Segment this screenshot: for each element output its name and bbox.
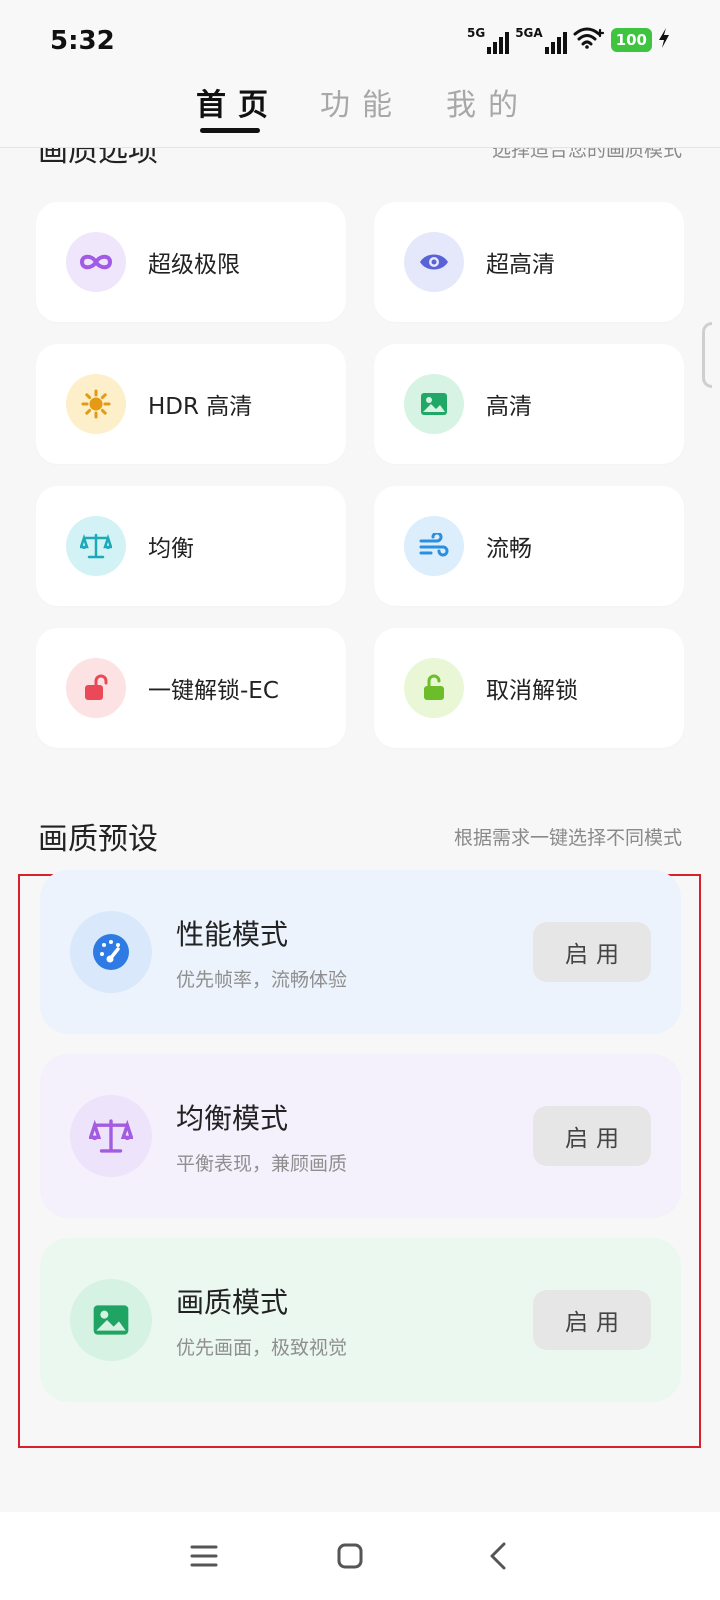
preset-card-quality[interactable]: 画质模式 优先画面，极致视觉 启用	[40, 1238, 681, 1402]
option-hdr-hd[interactable]: HDR 高清	[36, 344, 346, 464]
unlock-icon	[66, 658, 126, 718]
presets-header: 画质预设 根据需求一键选择不同模式	[38, 814, 682, 858]
option-unlock-ec[interactable]: 一键解锁-EC	[36, 628, 346, 748]
speedometer-icon	[70, 911, 152, 993]
option-label: 超高清	[486, 252, 555, 278]
scale-icon	[70, 1095, 152, 1177]
quality-options-grid: 超级极限 超高清 HDR 高清 高清 均衡 流畅 一键解锁-EC 取消解锁	[36, 202, 684, 748]
preset-title: 性能模式	[176, 917, 289, 951]
preset-description: 平衡表现，兼顾画质	[176, 1152, 348, 1175]
unlock-icon	[404, 658, 464, 718]
side-edge-handle[interactable]	[702, 322, 712, 388]
battery-level: 100	[610, 28, 652, 52]
menu-icon[interactable]	[182, 1534, 226, 1578]
preset-card-balanced[interactable]: 均衡模式 平衡表现，兼顾画质 启用	[40, 1054, 681, 1218]
scroll-content[interactable]: 画质选项 选择适合您的画质模式 超级极限 超高清 HDR 高清 高清 均衡 流畅…	[0, 0, 720, 1512]
home-square-icon[interactable]	[328, 1534, 372, 1578]
preset-description: 优先画面，极致视觉	[176, 1336, 348, 1359]
option-smooth[interactable]: 流畅	[374, 486, 684, 606]
presets-title: 画质预设	[38, 822, 158, 857]
option-label: 超级极限	[148, 252, 240, 278]
option-label: 均衡	[148, 536, 194, 562]
scale-icon	[66, 516, 126, 576]
preset-title: 均衡模式	[176, 1101, 289, 1135]
option-super-extreme[interactable]: 超级极限	[36, 202, 346, 322]
system-nav-bar	[0, 1512, 720, 1600]
presets-subtitle: 根据需求一键选择不同模式	[453, 826, 682, 849]
signal-5g-icon: 5G	[467, 26, 510, 54]
option-ultra-hd[interactable]: 超高清	[374, 202, 684, 322]
preset-description: 优先帧率，流畅体验	[176, 968, 348, 991]
charging-icon	[658, 27, 670, 53]
signal-5ga-icon: 5GA	[515, 26, 567, 54]
tab-bar: 首页 功能 我的	[0, 80, 720, 140]
tab-home[interactable]: 首页	[196, 80, 280, 124]
preset-text: 性能模式 优先帧率，流畅体验	[176, 913, 533, 992]
image-icon	[70, 1279, 152, 1361]
option-label: 高清	[486, 394, 532, 420]
preset-card-performance[interactable]: 性能模式 优先帧率，流畅体验 启用	[40, 870, 681, 1034]
preset-text: 均衡模式 平衡表现，兼顾画质	[176, 1097, 533, 1176]
tab-features[interactable]: 功能	[320, 80, 404, 124]
option-label: 一键解锁-EC	[148, 678, 279, 704]
tab-mine[interactable]: 我的	[446, 80, 530, 124]
enable-button-balanced[interactable]: 启用	[533, 1106, 651, 1166]
option-label: HDR 高清	[148, 394, 253, 420]
preset-title: 画质模式	[176, 1285, 289, 1319]
option-balanced[interactable]: 均衡	[36, 486, 346, 606]
wifi-icon	[573, 26, 605, 54]
option-label: 取消解锁	[486, 678, 578, 704]
back-chevron-icon[interactable]	[476, 1534, 520, 1578]
enable-button-quality[interactable]: 启用	[533, 1290, 651, 1350]
presets-highlight-box: 性能模式 优先帧率，流畅体验 启用 均衡模式 平衡表现，兼顾画质 启用 画质模式…	[18, 870, 701, 1448]
sun-icon	[66, 374, 126, 434]
image-icon	[404, 374, 464, 434]
option-hd[interactable]: 高清	[374, 344, 684, 464]
wind-icon	[404, 516, 464, 576]
enable-button-performance[interactable]: 启用	[533, 922, 651, 982]
eye-icon	[404, 232, 464, 292]
app-header: 5:32 5G 5GA 100 首页 功能 我的	[0, 0, 720, 148]
active-tab-indicator	[200, 128, 260, 133]
option-cancel-unlock[interactable]: 取消解锁	[374, 628, 684, 748]
option-label: 流畅	[486, 536, 532, 562]
status-icons: 5G 5GA 100	[467, 26, 670, 54]
status-time: 5:32	[50, 26, 115, 56]
infinity-icon	[66, 232, 126, 292]
preset-text: 画质模式 优先画面，极致视觉	[176, 1281, 533, 1360]
